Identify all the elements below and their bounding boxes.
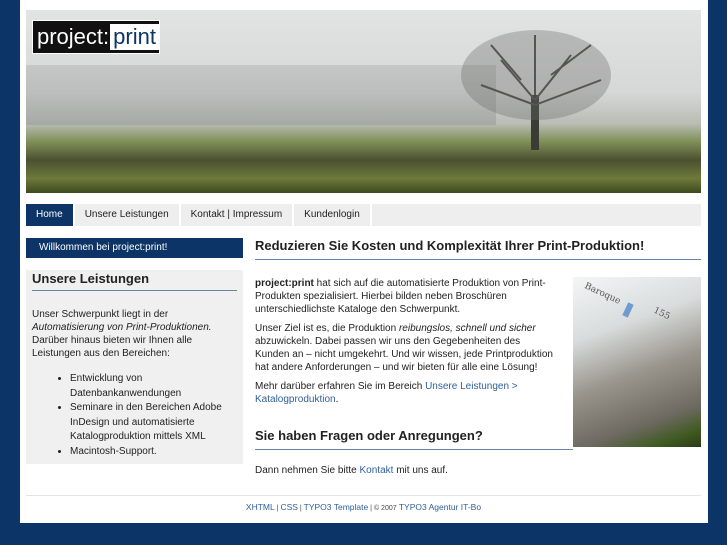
- footer-link-agency[interactable]: TYPO3 Agentur IT-Bo: [399, 502, 481, 512]
- section-title: Sie haben Fragen oder Anregungen?: [255, 428, 573, 450]
- intro-text-2: Darüber hinaus bieten wir Ihnen alle Lei…: [32, 335, 193, 359]
- text: Unser Ziel ist es, die Produktion: [255, 323, 399, 334]
- logo-text-highlight: print: [110, 24, 159, 50]
- tree-line: [26, 65, 496, 125]
- link-kontakt[interactable]: Kontakt: [360, 465, 394, 476]
- nav-home[interactable]: Home: [26, 204, 75, 226]
- list-item: Seminare in den Bereichen Adobe InDesign…: [70, 401, 237, 445]
- sidebar-title: Unsere Leistungen: [32, 270, 237, 291]
- footer-link-css[interactable]: CSS: [280, 502, 297, 512]
- services-list: Entwicklung von Datenbankanwendungen Sem…: [32, 372, 237, 459]
- logo-text: project:: [37, 24, 110, 49]
- copyright: © 2007: [373, 505, 397, 512]
- header-banner: project: print: [26, 10, 701, 193]
- link-katalogproduktion[interactable]: Katalogproduktion: [255, 394, 336, 405]
- image-text: 155: [651, 305, 672, 323]
- main-content: Reduzieren Sie Kosten und Komplexität Ih…: [255, 238, 701, 483]
- catalog-image: Baroque 155: [573, 277, 701, 447]
- page: project: print Home Unsere Leistungen Kon…: [20, 0, 708, 523]
- logo[interactable]: project: print: [32, 20, 160, 54]
- footer: XHTML | CSS | TYPO3 Template | © 2007 TY…: [26, 495, 701, 512]
- image-text: Baroque: [582, 281, 622, 307]
- text: Dann nehmen Sie bitte: [255, 465, 360, 476]
- text: Mehr darüber erfahren Sie im Bereich: [255, 381, 426, 392]
- welcome-bar: Willkommen bei project:print!: [26, 238, 243, 258]
- list-item: Macintosh-Support.: [70, 445, 237, 460]
- sidebar-box: Unsere Leistungen Unser Schwerpunkt lieg…: [26, 270, 243, 464]
- sidebar-intro: Unser Schwerpunkt liegt in der Automatisi…: [32, 308, 237, 360]
- list-item: Entwicklung von Datenbankanwendungen: [70, 372, 237, 401]
- main-nav: Home Unsere Leistungen Kontakt | Impress…: [26, 204, 701, 226]
- tree-image: [461, 30, 611, 150]
- nav-kontakt-impressum[interactable]: Kontakt | Impressum: [181, 204, 295, 226]
- nav-kundenlogin[interactable]: Kundenlogin: [294, 204, 372, 226]
- page-title: Reduzieren Sie Kosten und Komplexität Ih…: [255, 238, 701, 260]
- emphasis: reibungslos, schnell und sicher: [398, 323, 536, 334]
- intro-text: Unser Schwerpunkt liegt in der: [32, 309, 169, 320]
- text: abzuwickeln. Dabei passen wir uns den Ge…: [255, 336, 553, 373]
- nav-unsere-leistungen[interactable]: Unsere Leistungen: [75, 204, 181, 226]
- text: mit uns auf.: [393, 465, 448, 476]
- paragraph-2: Unser Ziel ist es, die Produktion reibun…: [255, 322, 555, 374]
- paragraph-contact: Dann nehmen Sie bitte Kontakt mit uns au…: [255, 464, 555, 477]
- footer-link-xhtml[interactable]: XHTML: [246, 502, 275, 512]
- intro-emphasis: Automatisierung von Print-Produktionen.: [32, 322, 212, 333]
- brand-bold: project:print: [255, 278, 314, 289]
- catalog-tab: [622, 302, 634, 318]
- text: .: [335, 394, 339, 405]
- paragraph-3: Mehr darüber erfahren Sie im Bereich Uns…: [255, 380, 555, 406]
- link-unsere-leistungen[interactable]: Unsere Leistungen >: [425, 381, 518, 392]
- paragraph-1: project:print hat sich auf die automatis…: [255, 277, 555, 316]
- footer-link-template[interactable]: TYPO3 Template: [304, 502, 369, 512]
